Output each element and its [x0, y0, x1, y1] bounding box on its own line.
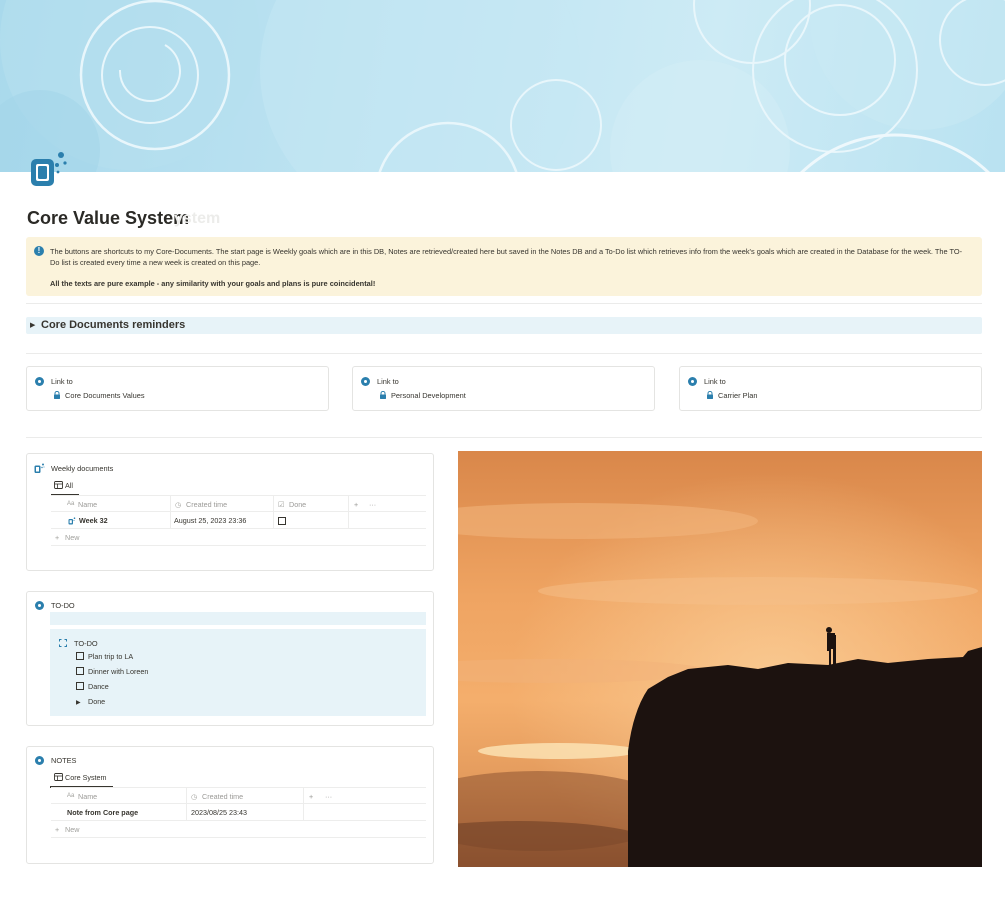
- todo-checkbox[interactable]: [76, 682, 84, 690]
- column-header-name[interactable]: Name: [78, 788, 97, 805]
- table-header-row: Aa Name ◷ Created time ☑ Done + ···: [51, 495, 426, 512]
- todo-inner-title: TO-DO: [74, 639, 98, 648]
- notes-title[interactable]: NOTES: [51, 756, 76, 765]
- todo-item-label: Plan trip to LA: [88, 652, 134, 661]
- link-prefix: Link to: [377, 377, 399, 386]
- info-callout: ! The buttons are shortcuts to my Core-D…: [26, 237, 982, 296]
- more-options-button[interactable]: ···: [369, 496, 376, 513]
- cell-created: August 25, 2023 23:36: [174, 516, 247, 525]
- divider: [26, 437, 982, 438]
- column-header-created[interactable]: Created time: [202, 788, 243, 805]
- clock-icon: ◷: [175, 500, 182, 509]
- column-divider: [303, 787, 304, 821]
- page-app-icon: [68, 517, 76, 525]
- link-prefix: Link to: [704, 377, 726, 386]
- toggle-core-documents-reminders[interactable]: ▶ Core Documents reminders: [26, 317, 982, 334]
- toggle-label: Done: [88, 697, 106, 706]
- database-title[interactable]: Weekly documents: [51, 464, 113, 473]
- page-icon[interactable]: [28, 150, 70, 192]
- lock-icon: [54, 391, 60, 399]
- notes-table: Aa Name ◷ Created time + ··· Note from C…: [51, 787, 426, 839]
- new-row-button[interactable]: + New: [51, 821, 426, 838]
- cell-name[interactable]: Note from Core page: [67, 804, 138, 821]
- more-options-button[interactable]: ···: [325, 788, 332, 805]
- toggle-done[interactable]: ▶ Done: [76, 697, 105, 706]
- link-prefix: Link to: [51, 377, 73, 386]
- sunset-cliff-photo: [458, 451, 982, 867]
- column-divider: [273, 495, 274, 529]
- new-row-label: New: [65, 825, 80, 834]
- new-row-button[interactable]: + New: [51, 529, 426, 546]
- link-button-personal-development[interactable]: Link to Personal Development: [352, 366, 655, 411]
- cover-image: [0, 0, 1005, 172]
- plus-icon: +: [55, 825, 60, 834]
- column-header-name[interactable]: Name: [78, 496, 97, 513]
- weekly-table: Aa Name ◷ Created time ☑ Done + ··· Week…: [51, 495, 426, 550]
- column-header-created[interactable]: Created time: [186, 496, 227, 513]
- callout-bold-text: All the texts are pure example - any sim…: [50, 279, 376, 288]
- cell-name[interactable]: Week 32: [79, 512, 108, 529]
- target-icon: [35, 756, 44, 765]
- todo-checkbox[interactable]: [76, 652, 84, 660]
- plus-icon: +: [55, 533, 60, 542]
- lock-icon: [707, 391, 713, 399]
- link-target: Personal Development: [391, 391, 466, 400]
- add-column-button[interactable]: +: [309, 788, 313, 805]
- table-row[interactable]: Week 32 August 25, 2023 23:36: [51, 512, 426, 529]
- column-divider: [186, 787, 187, 821]
- column-header-done[interactable]: Done: [289, 496, 306, 513]
- todo-item-label: Dance: [88, 682, 109, 691]
- tab-all[interactable]: All: [51, 481, 79, 496]
- target-icon: [688, 377, 697, 386]
- column-divider: [170, 495, 171, 529]
- target-icon: [35, 601, 44, 610]
- notes-database: NOTES Core System Aa Name ◷ Created time…: [26, 746, 434, 864]
- todo-item[interactable]: Dinner with Loreen: [76, 667, 148, 676]
- link-button-core-documents-values[interactable]: Link to Core Documents Values: [26, 366, 329, 411]
- add-column-button[interactable]: +: [354, 496, 358, 513]
- cell-created: 2023/08/25 23:43: [191, 808, 247, 817]
- checkbox-property-icon: ☑: [278, 500, 285, 509]
- done-checkbox[interactable]: [278, 517, 286, 526]
- table-row[interactable]: Note from Core page 2023/08/25 23:43: [51, 804, 426, 821]
- lock-icon: [380, 391, 386, 399]
- link-target: Carrier Plan: [718, 391, 758, 400]
- todo-checkbox[interactable]: [76, 667, 84, 675]
- new-row-label: New: [65, 533, 80, 542]
- callout-text: The buttons are shortcuts to my Core-Doc…: [50, 247, 963, 267]
- info-icon: !: [34, 246, 44, 256]
- table-header-row: Aa Name ◷ Created time + ···: [51, 787, 426, 804]
- todo-item-label: Dinner with Loreen: [88, 667, 149, 676]
- todo-focus-icon: [59, 639, 67, 647]
- cell-done[interactable]: [278, 512, 286, 529]
- weekly-documents-database: Weekly documents All Aa Name ◷ Created t…: [26, 453, 434, 571]
- link-target: Core Documents Values: [65, 391, 145, 400]
- todo-item[interactable]: Plan trip to LA: [76, 652, 133, 661]
- todo-title[interactable]: TO-DO: [51, 601, 75, 610]
- todo-block: TO-DO TO-DO Plan trip to LA Dinner with …: [26, 591, 434, 726]
- text-property-icon: Aa: [67, 501, 75, 507]
- link-button-carrier-plan[interactable]: Link to Carrier Plan: [679, 366, 982, 411]
- divider: [26, 353, 982, 354]
- divider: [26, 303, 982, 304]
- column-divider: [348, 495, 349, 529]
- database-app-icon: [34, 463, 45, 473]
- toggle-triangle-icon[interactable]: ▶: [76, 699, 88, 706]
- todo-item[interactable]: Dance: [76, 682, 109, 691]
- todo-header-bar: [50, 612, 426, 625]
- target-icon: [35, 377, 44, 386]
- text-property-icon: Aa: [67, 793, 75, 799]
- target-icon: [361, 377, 370, 386]
- title-ghost-text: ystem: [174, 210, 221, 227]
- todo-list-container: TO-DO Plan trip to LA Dinner with Loreen…: [50, 629, 426, 716]
- tab-core-system[interactable]: Core System: [50, 773, 113, 788]
- clock-icon: ◷: [191, 792, 198, 801]
- toggle-triangle-icon[interactable]: ▶: [30, 321, 35, 329]
- page-title[interactable]: Core Value System: [27, 208, 189, 229]
- toggle-label: Core Documents reminders: [41, 319, 186, 331]
